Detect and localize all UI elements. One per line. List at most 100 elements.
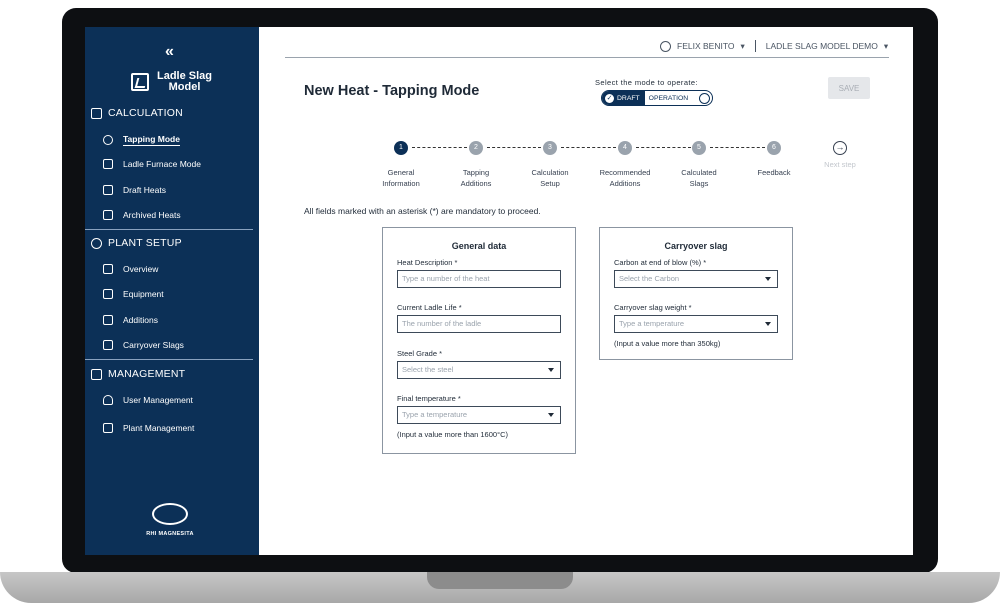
chevron-down-icon[interactable]: ▾ <box>740 41 744 52</box>
slag-weight-value: Type a temperature <box>619 319 685 328</box>
toggle-knob-icon <box>699 92 710 104</box>
step-4[interactable]: 4 <box>618 141 632 155</box>
check-icon: ✓ <box>605 93 614 103</box>
slag-weight-hint: (Input a value more than 350kg) <box>614 339 721 348</box>
ladle-life-label: Current Ladle Life * <box>397 303 462 312</box>
sidebar-item-label: Tapping Mode <box>123 134 180 146</box>
sidebar-item-user-management[interactable]: User Management <box>103 395 193 405</box>
carbon-value: Select the Carbon <box>619 274 680 283</box>
sidebar-item-label: Archived Heats <box>123 210 181 220</box>
section-management-label: MANAGEMENT <box>108 368 186 380</box>
chevron-down-icon <box>548 413 554 417</box>
ladle-logo-icon <box>131 73 149 91</box>
sidebar-divider <box>85 229 253 230</box>
step-label-line: Setup <box>540 179 560 188</box>
step-connector <box>636 147 691 148</box>
user-menu[interactable]: FELIX BENITO <box>677 41 734 51</box>
step-label-line: Information <box>382 179 420 188</box>
steel-grade-select[interactable]: Select the steel <box>397 361 561 379</box>
tapping-icon <box>103 135 113 145</box>
sidebar-item-draft-heats[interactable]: Draft Heats <box>103 185 166 195</box>
chevron-down-icon <box>765 277 771 281</box>
step-3[interactable]: 3 <box>543 141 557 155</box>
ladle-icon <box>103 159 113 169</box>
slag-weight-select[interactable]: Type a temperature <box>614 315 778 333</box>
sidebar-item-plant-management[interactable]: Plant Management <box>103 423 194 433</box>
step-label-line: Tapping <box>462 168 490 177</box>
arrow-right-icon[interactable]: → <box>833 141 847 155</box>
sidebar-item-additions[interactable]: Additions <box>103 315 158 325</box>
sidebar-item-carryover-slags[interactable]: Carryover Slags <box>103 340 184 350</box>
top-user-bar: FELIX BENITO ▾ LADLE SLAG MODEL DEMO ▾ <box>660 40 888 52</box>
app-logo: Ladle Slag Model <box>131 71 212 93</box>
ladle-life-input[interactable]: The number of the ladle <box>397 315 561 333</box>
step-label-line: Additions <box>460 179 492 188</box>
step-label: Recommended Additions <box>590 167 660 189</box>
heat-description-input[interactable]: Type a number of the heat <box>397 270 561 288</box>
sidebar-item-label: Overview <box>123 264 159 274</box>
gear-icon <box>91 237 102 249</box>
carbon-label: Carbon at end of blow (%) * <box>614 258 707 267</box>
additions-icon <box>103 315 113 325</box>
mode-label: Select the mode to operate: <box>595 78 698 87</box>
carryover-icon <box>103 340 113 350</box>
step-6[interactable]: 6 <box>767 141 781 155</box>
general-data-panel: General data Heat Description * Type a n… <box>382 227 576 454</box>
brand-name: RHI MAGNESITA <box>146 531 194 537</box>
sidebar-item-archived-heats[interactable]: Archived Heats <box>103 210 181 220</box>
carryover-slag-panel: Carryover slag Carbon at end of blow (%)… <box>599 227 793 360</box>
carbon-select[interactable]: Select the Carbon <box>614 270 778 288</box>
mode-draft-label: DRAFT <box>617 94 640 102</box>
laptop-notch <box>427 572 573 589</box>
final-temp-value: Type a temperature <box>402 410 468 419</box>
step-1[interactable]: 1 <box>394 141 408 155</box>
step-connector <box>412 147 467 148</box>
step-label-line: Slags <box>689 179 709 188</box>
mandatory-note: All fields marked with an asterisk (*) a… <box>304 206 541 216</box>
final-temp-select[interactable]: Type a temperature <box>397 406 561 424</box>
step-2[interactable]: 2 <box>469 141 483 155</box>
sidebar-item-label: Ladle Furnace Mode <box>123 159 201 169</box>
step-label-line: Calculated <box>681 168 717 177</box>
chevron-down-icon <box>548 368 554 372</box>
section-calculation[interactable]: CALCULATION <box>91 107 183 119</box>
logo-line-2: Model <box>168 81 201 93</box>
app-screen: « Ladle Slag Model CALCULATION Tapping M… <box>85 27 913 555</box>
sidebar-item-tapping[interactable]: Tapping Mode <box>103 134 180 146</box>
sidebar-divider <box>85 359 253 360</box>
section-plant-setup[interactable]: PLANT SETUP <box>91 237 182 249</box>
user-icon <box>660 40 671 52</box>
header-divider <box>285 57 889 58</box>
save-button[interactable]: SAVE <box>828 77 870 99</box>
step-label-line: Calculation <box>531 168 569 177</box>
step-connector <box>561 147 616 148</box>
overview-icon <box>103 264 113 274</box>
step-5[interactable]: 5 <box>692 141 706 155</box>
sidebar-item-equipment[interactable]: Equipment <box>103 289 164 299</box>
mode-draft-option[interactable]: ✓ DRAFT <box>602 91 645 105</box>
sidebar-item-label: Carryover Slags <box>123 340 184 350</box>
users-icon <box>103 395 113 405</box>
step-label-line: Feedback <box>757 168 791 177</box>
mode-toggle[interactable]: ✓ DRAFT OPERATION <box>601 90 713 106</box>
mode-operation-label[interactable]: OPERATION <box>645 95 699 102</box>
collapse-sidebar-icon[interactable]: « <box>165 43 174 61</box>
chevron-down-icon <box>765 322 771 326</box>
final-temp-label: Final temperature * <box>397 394 461 403</box>
section-plant-setup-label: PLANT SETUP <box>108 237 182 249</box>
slag-weight-label: Carryover slag weight * <box>614 303 692 312</box>
next-step-label[interactable]: Next step <box>810 160 870 169</box>
chevron-down-icon[interactable]: ▾ <box>884 41 888 52</box>
steel-grade-value: Select the steel <box>402 365 454 374</box>
step-label: Feedback <box>739 167 809 178</box>
sidebar-item-label: Plant Management <box>123 423 195 433</box>
model-menu[interactable]: LADLE SLAG MODEL DEMO <box>766 41 878 51</box>
step-label: Tapping Additions <box>441 167 511 189</box>
sidebar-item-label: User Management <box>123 395 193 405</box>
document-icon <box>103 185 113 195</box>
sidebar-item-ladle-furnace[interactable]: Ladle Furnace Mode <box>103 159 201 169</box>
step-label-line: Recommended <box>599 168 651 177</box>
section-management[interactable]: MANAGEMENT <box>91 368 185 380</box>
equipment-icon <box>103 289 113 299</box>
sidebar-item-overview[interactable]: Overview <box>103 264 158 274</box>
